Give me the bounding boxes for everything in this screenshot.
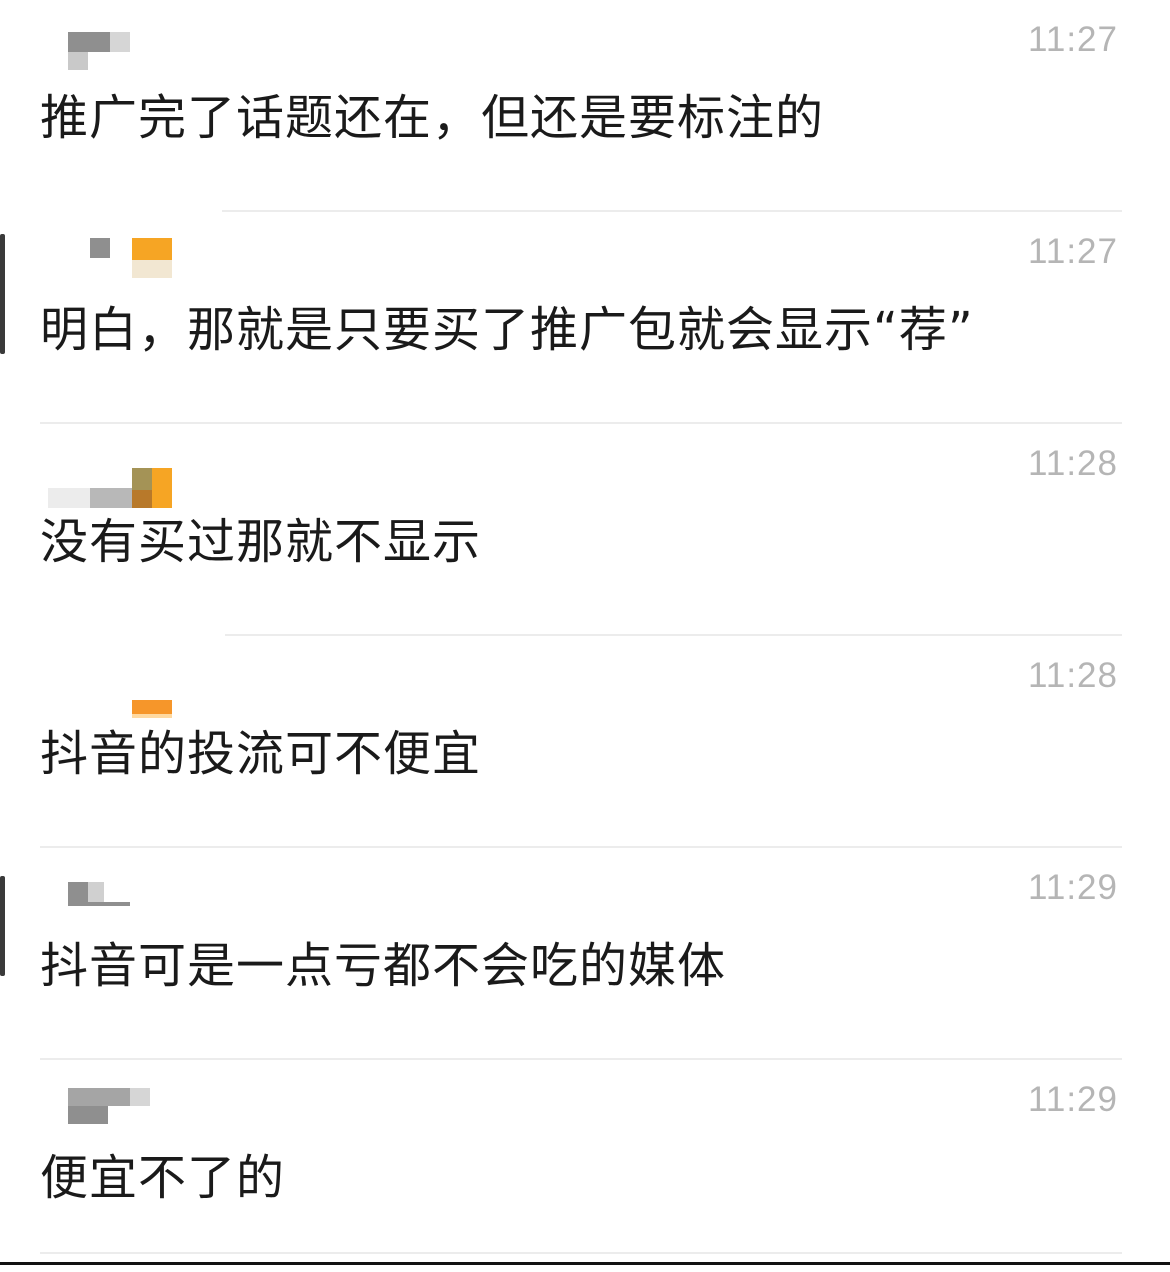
message-timestamp: 11:28 xyxy=(1028,656,1118,695)
message-item[interactable]: 11:28 抖音的投流可不便宜 xyxy=(0,636,1170,848)
message-item[interactable]: 11:27 推广完了话题还在，但还是要标注的 xyxy=(0,0,1170,212)
message-timestamp: 11:29 xyxy=(1028,1080,1118,1119)
message-text: 没有买过那就不显示 xyxy=(40,514,482,570)
sender-name-redacted xyxy=(40,24,190,74)
sender-name-redacted xyxy=(40,660,190,718)
message-item[interactable]: 11:27 明白，那就是只要买了推广包就会显示“荐” xyxy=(0,212,1170,424)
sender-name-redacted xyxy=(40,872,190,922)
message-item[interactable]: 11:29 抖音可是一点亏都不会吃的媒体 xyxy=(0,848,1170,1060)
left-edge-fragment xyxy=(0,234,5,354)
divider xyxy=(40,1252,1122,1254)
sender-name-redacted xyxy=(40,448,190,508)
message-timestamp: 11:29 xyxy=(1028,868,1118,907)
message-timestamp: 11:28 xyxy=(1028,444,1118,483)
chat-list: 11:27 推广完了话题还在，但还是要标注的 11:27 明白，那就是只要买了推… xyxy=(0,0,1170,1265)
message-text: 推广完了话题还在，但还是要标注的 xyxy=(40,90,825,146)
sender-name-redacted xyxy=(40,236,190,286)
message-text: 便宜不了的 xyxy=(40,1150,286,1206)
message-timestamp: 11:27 xyxy=(1028,232,1118,271)
sender-name-redacted xyxy=(40,1084,190,1134)
message-text: 明白，那就是只要买了推广包就会显示“荐” xyxy=(40,302,974,358)
message-text: 抖音可是一点亏都不会吃的媒体 xyxy=(40,938,727,994)
message-item[interactable]: 11:28 没有买过那就不显示 xyxy=(0,424,1170,636)
message-item[interactable]: 11:29 便宜不了的 xyxy=(0,1060,1170,1272)
message-text: 抖音的投流可不便宜 xyxy=(40,726,482,782)
left-edge-fragment xyxy=(0,876,5,976)
message-timestamp: 11:27 xyxy=(1028,20,1118,59)
